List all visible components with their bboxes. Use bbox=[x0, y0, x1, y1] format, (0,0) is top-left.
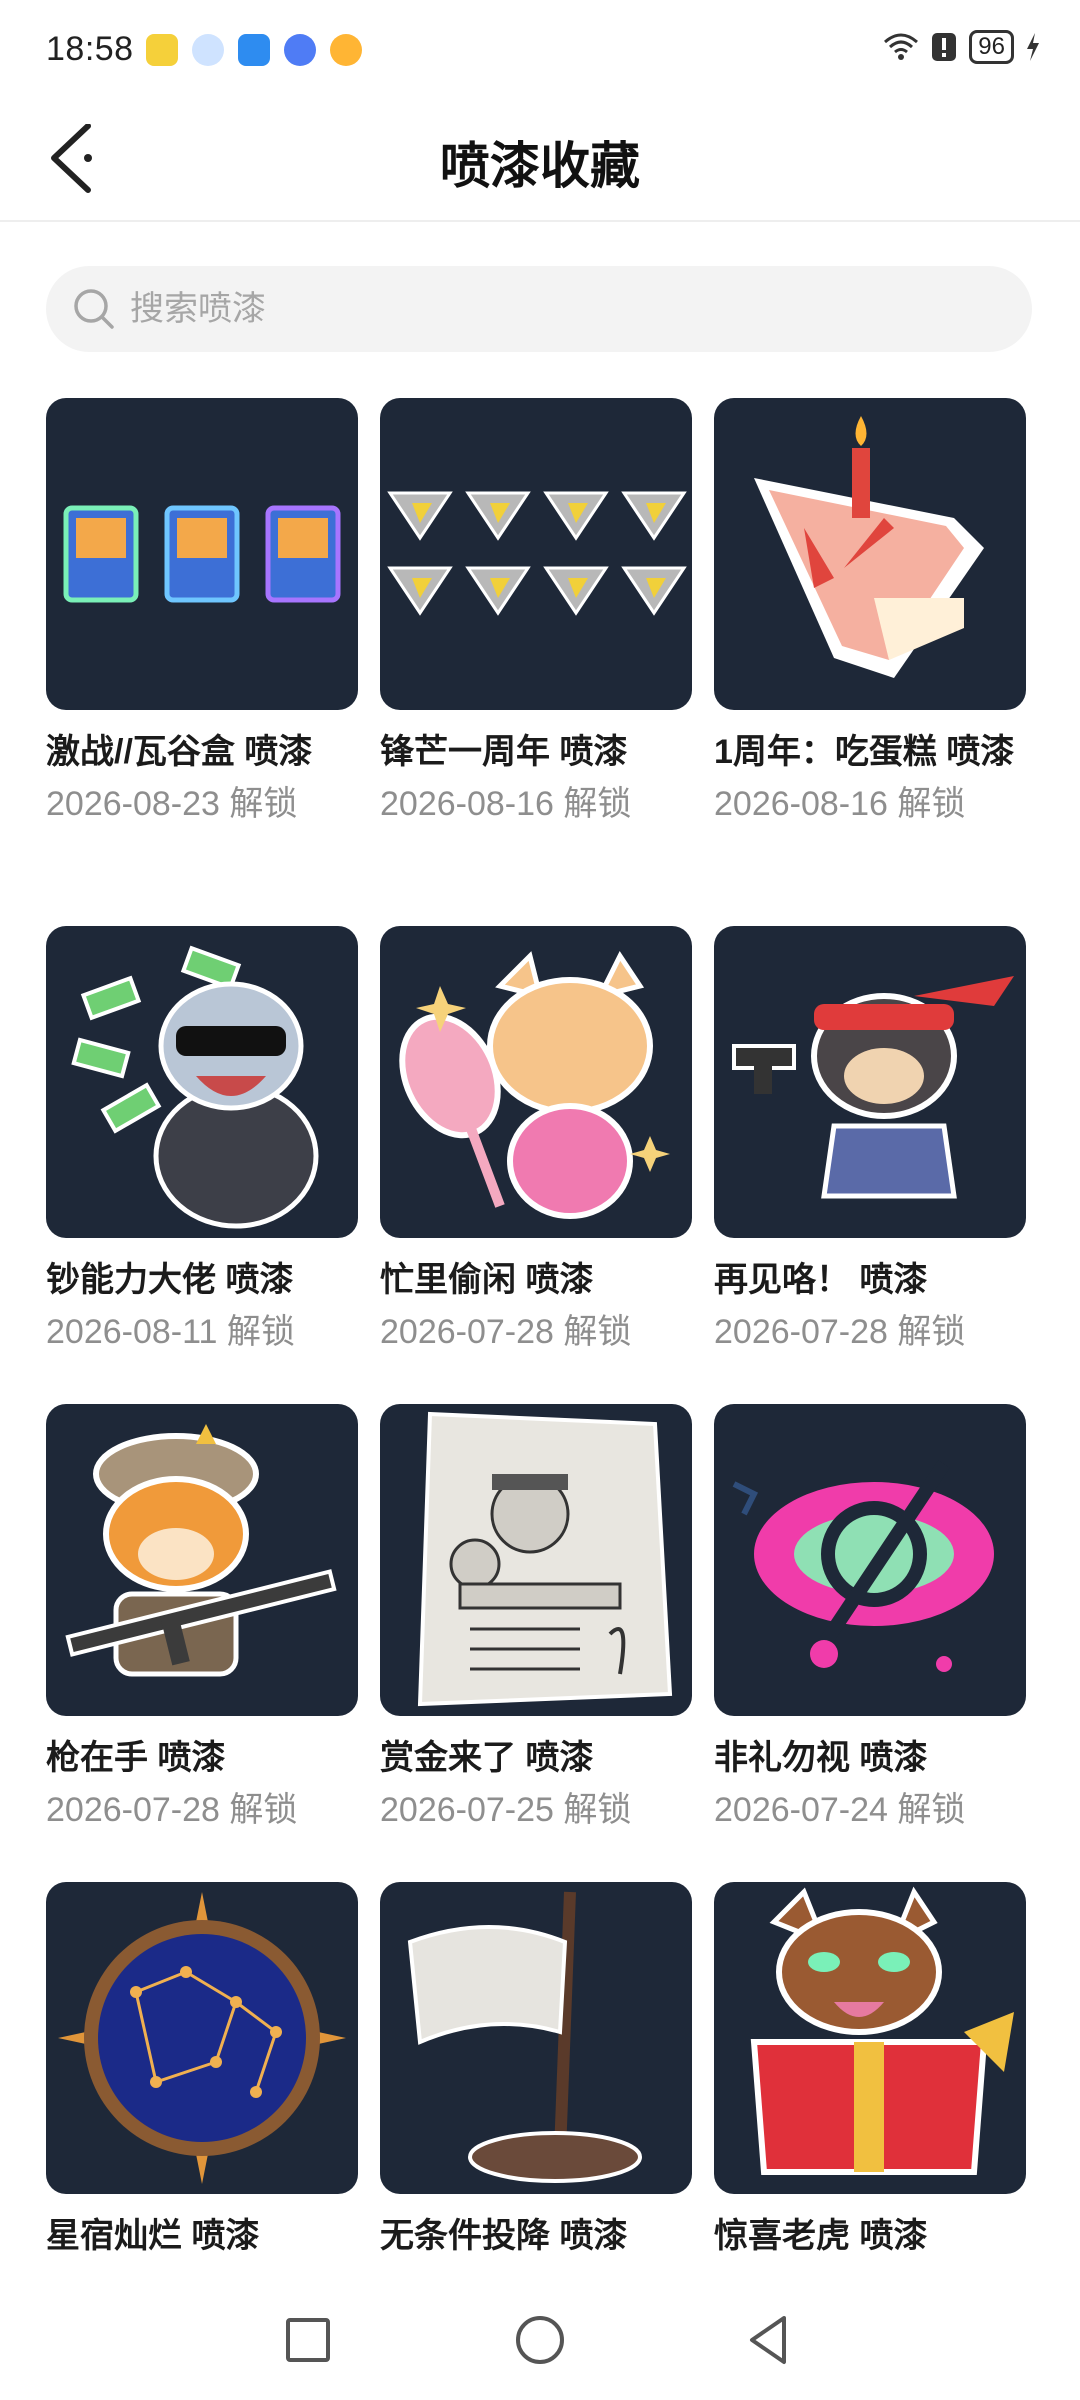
spray-thumbnail bbox=[46, 1404, 358, 1716]
tiger-gift-icon bbox=[750, 1886, 1014, 2175]
fox-mirror-icon bbox=[399, 951, 670, 1219]
spray-card[interactable]: 钞能力大佬 喷漆 2026-08-11 解锁 bbox=[46, 926, 358, 1354]
spray-card[interactable]: 激战//瓦谷盒 喷漆 2026-08-23 解锁 bbox=[46, 398, 358, 826]
spray-thumbnail bbox=[380, 1882, 692, 2194]
unlock-date: 2026-07-24 解锁 bbox=[714, 1791, 966, 1829]
status-bar: 18:58 96 bbox=[0, 0, 1080, 100]
spray-thumbnail bbox=[46, 1882, 358, 2194]
search-bar[interactable] bbox=[46, 266, 1032, 352]
unlock-date: 2026-07-28 解锁 bbox=[380, 1313, 632, 1351]
spray-thumbnail bbox=[714, 398, 1026, 710]
spray-name: 钞能力大佬 喷漆 bbox=[46, 1261, 294, 1299]
spray-name: 再见咯！ 喷漆 bbox=[714, 1261, 928, 1299]
spray-card[interactable]: 1周年：吃蛋糕 喷漆 2026-08-16 解锁 bbox=[714, 398, 1026, 826]
spray-thumbnail bbox=[714, 1404, 1026, 1716]
spray-name: 星宿灿烂 喷漆 bbox=[46, 2217, 260, 2255]
wanted-poster-icon bbox=[417, 1411, 673, 1707]
app-notification-icon bbox=[146, 34, 178, 66]
page-title: 喷漆收藏 bbox=[440, 138, 640, 194]
message-notification-icon bbox=[238, 34, 270, 66]
anniversary-badges-icon bbox=[387, 491, 687, 616]
spray-card[interactable]: 枪在手 喷漆 2026-07-28 解锁 bbox=[46, 1404, 358, 1832]
status-right: 96 bbox=[883, 30, 1040, 64]
spray-thumbnail bbox=[46, 398, 358, 710]
wifi-icon bbox=[884, 33, 919, 60]
spray-card[interactable]: 赏金来了 喷漆 2026-07-25 解锁 bbox=[380, 1404, 692, 1832]
spray-name: 1周年：吃蛋糕 喷漆 bbox=[714, 733, 1015, 771]
unlock-date: 2026-08-16 解锁 bbox=[380, 785, 632, 823]
chat-notification-icon bbox=[192, 34, 224, 66]
notification-icons bbox=[146, 34, 362, 66]
spray-name: 枪在手 喷漆 bbox=[46, 1739, 226, 1777]
spray-thumbnail bbox=[380, 1404, 692, 1716]
battery-level: 96 bbox=[969, 30, 1014, 64]
spray-thumbnail bbox=[714, 926, 1026, 1238]
constellation-icon bbox=[58, 1892, 346, 2184]
white-flag-icon bbox=[407, 1891, 642, 2183]
top-app-bar: 喷漆收藏 bbox=[0, 100, 1080, 222]
dog-gun-icon bbox=[732, 976, 1014, 1199]
spray-card[interactable]: 星宿灿烂 喷漆 bbox=[46, 1882, 358, 2266]
spray-name: 无条件投降 喷漆 bbox=[380, 2217, 628, 2255]
charging-icon bbox=[1027, 33, 1039, 61]
spray-card[interactable]: 锋芒一周年 喷漆 2026-08-16 解锁 bbox=[380, 398, 692, 826]
spray-thumbnail bbox=[380, 398, 692, 710]
spray-card[interactable]: 惊喜老虎 喷漆 bbox=[714, 1882, 1026, 2266]
search-input[interactable] bbox=[128, 288, 982, 330]
home-icon[interactable] bbox=[508, 2308, 572, 2372]
unlock-date: 2026-07-28 解锁 bbox=[714, 1313, 966, 1351]
money-sloth-icon bbox=[71, 945, 319, 1229]
birthday-cake-icon bbox=[754, 416, 984, 678]
spray-thumbnail bbox=[714, 1882, 1026, 2194]
back-triangle-icon[interactable] bbox=[738, 2308, 802, 2372]
valorant-box-icon bbox=[63, 505, 341, 603]
unlock-date: 2026-07-25 解锁 bbox=[380, 1791, 632, 1829]
spray-thumbnail bbox=[46, 926, 358, 1238]
spray-name: 锋芒一周年 喷漆 bbox=[380, 733, 628, 771]
browser-notification-icon bbox=[284, 34, 316, 66]
spray-thumbnail bbox=[380, 926, 692, 1238]
spray-card[interactable]: 非礼勿视 喷漆 2026-07-24 解锁 bbox=[714, 1404, 1026, 1832]
spray-card[interactable]: 忙里偷闲 喷漆 2026-07-28 解锁 bbox=[380, 926, 692, 1354]
spray-name: 激战//瓦谷盒 喷漆 bbox=[46, 733, 313, 771]
spray-name: 惊喜老虎 喷漆 bbox=[714, 2217, 928, 2255]
fox-rifle-icon bbox=[65, 1424, 337, 1677]
alert-icon bbox=[932, 33, 957, 61]
weather-notification-icon bbox=[330, 34, 362, 66]
recents-icon[interactable] bbox=[276, 2308, 340, 2372]
spray-name: 非礼勿视 喷漆 bbox=[714, 1739, 928, 1777]
spray-card[interactable]: 再见咯！ 喷漆 2026-07-28 解锁 bbox=[714, 926, 1026, 1354]
unlock-date: 2026-07-28 解锁 bbox=[46, 1791, 298, 1829]
system-nav-bar bbox=[0, 2280, 1080, 2400]
unlock-date: 2026-08-23 解锁 bbox=[46, 785, 298, 823]
search-icon bbox=[74, 289, 114, 329]
status-time: 18:58 bbox=[46, 30, 134, 68]
spray-card[interactable]: 无条件投降 喷漆 bbox=[380, 1882, 692, 2266]
crossed-eye-icon bbox=[732, 1460, 994, 1672]
spray-name: 赏金来了 喷漆 bbox=[380, 1739, 594, 1777]
unlock-date: 2026-08-11 解锁 bbox=[46, 1313, 295, 1351]
unlock-date: 2026-08-16 解锁 bbox=[714, 785, 966, 823]
spray-name: 忙里偷闲 喷漆 bbox=[380, 1261, 594, 1299]
